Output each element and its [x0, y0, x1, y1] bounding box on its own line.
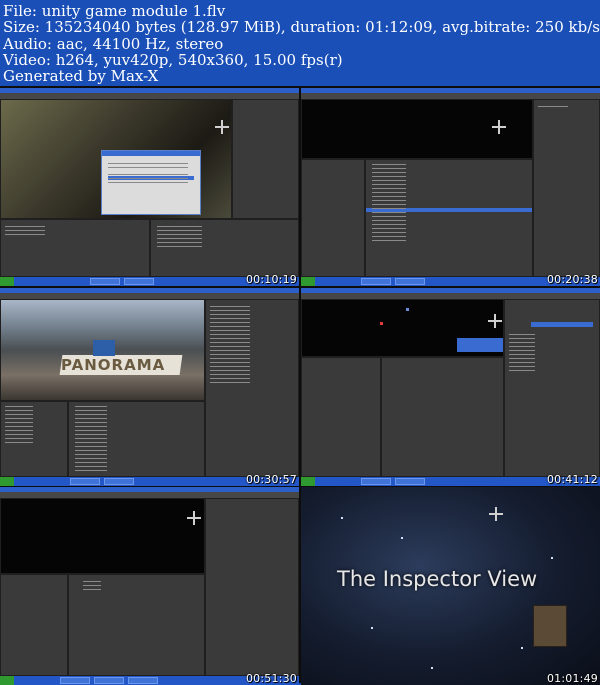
start-button[interactable] [0, 277, 14, 286]
axis-gizmo-icon[interactable] [488, 314, 502, 328]
hierarchy-panel[interactable] [0, 574, 68, 676]
start-button[interactable] [301, 277, 315, 286]
axis-gizmo-icon[interactable] [492, 120, 506, 134]
thumbnail-3[interactable]: PANORAMA 00:30:57 [0, 288, 299, 486]
thumbnail-grid: 00:10:19 00:20:38 PANORAMA 00:30:57 00:4… [0, 86, 600, 685]
inspector-panel[interactable] [205, 498, 299, 676]
scene-view[interactable] [0, 99, 232, 219]
file-info-header: File: unity game module 1.flv Size: 1352… [0, 0, 600, 86]
file-size-line: Size: 135234040 bytes (128.97 MiB), dura… [3, 18, 600, 36]
taskbar-item[interactable] [124, 278, 154, 285]
inspector-panel[interactable] [205, 299, 299, 477]
hierarchy-panel[interactable] [301, 159, 365, 277]
inspector-panel[interactable] [232, 99, 299, 219]
timestamp: 00:10:19 [245, 273, 297, 286]
project-panel[interactable] [150, 219, 299, 277]
thumbnail-1[interactable]: 00:10:19 [0, 88, 299, 286]
taskbar-item[interactable] [90, 278, 120, 285]
hierarchy-panel[interactable] [0, 219, 150, 277]
generator-line: Generated by Max-X [3, 67, 159, 85]
scene-view[interactable] [301, 299, 504, 357]
scene-view[interactable] [0, 498, 205, 574]
start-button[interactable] [0, 477, 14, 486]
taskbar-item[interactable] [70, 478, 100, 485]
game-view[interactable]: PANORAMA [0, 299, 205, 401]
inspector-panel[interactable] [504, 299, 600, 477]
thumbnail-2[interactable]: 00:20:38 [301, 88, 600, 286]
scene-view[interactable] [301, 99, 533, 159]
timestamp: 00:20:38 [546, 273, 598, 286]
timestamp: 01:01:49 [546, 672, 598, 685]
inspector-panel[interactable] [533, 99, 600, 277]
taskbar-item[interactable] [104, 478, 134, 485]
start-button[interactable] [301, 477, 315, 486]
taskbar-item[interactable] [395, 478, 425, 485]
project-panel[interactable] [365, 159, 533, 277]
axis-gizmo-icon[interactable] [187, 511, 201, 525]
hierarchy-panel[interactable] [301, 357, 381, 477]
project-panel[interactable] [68, 401, 205, 477]
project-panel[interactable] [68, 574, 205, 676]
hierarchy-panel[interactable] [0, 401, 68, 477]
thumbnail-5[interactable]: 00:51:30 [0, 487, 299, 685]
file-dialog[interactable] [101, 150, 201, 215]
taskbar-item[interactable] [361, 278, 391, 285]
project-panel[interactable] [381, 357, 504, 477]
taskbar-item[interactable] [395, 278, 425, 285]
overlay-title: The Inspector View [337, 567, 538, 591]
start-button[interactable] [0, 676, 14, 685]
timestamp: 00:41:12 [546, 473, 598, 486]
axis-gizmo-icon[interactable] [215, 120, 229, 134]
taskbar-item[interactable] [361, 478, 391, 485]
panorama-banner: PANORAMA [61, 356, 166, 374]
axis-gizmo-icon [489, 507, 503, 521]
thumbnail-6[interactable]: The Inspector View 01:01:49 [301, 487, 600, 685]
thumbnail-4[interactable]: 00:41:12 [301, 288, 600, 486]
timestamp: 00:51:30 [245, 672, 297, 685]
timestamp: 00:30:57 [245, 473, 297, 486]
